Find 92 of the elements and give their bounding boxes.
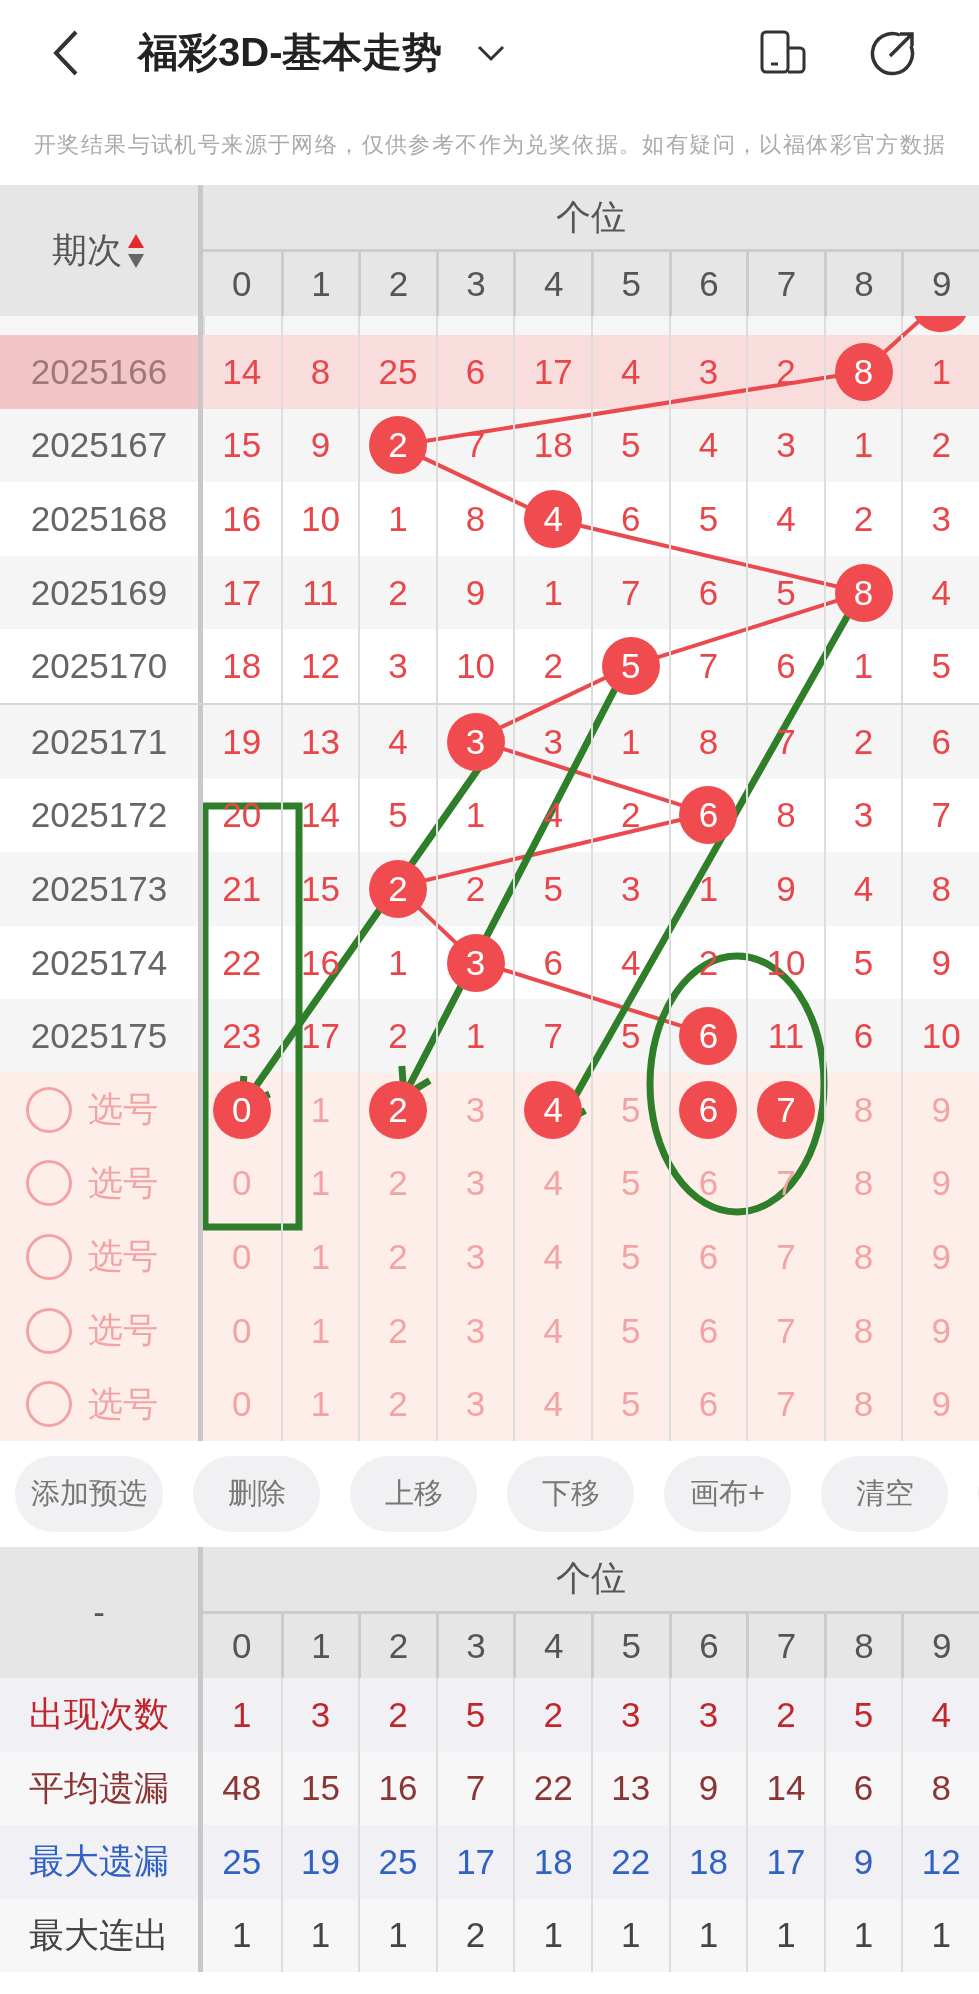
pick-number[interactable]: 0 [203,1293,281,1368]
stat-value: 2 [435,1898,514,1973]
drawn-number-ball: 8 [834,342,893,401]
period-number: 2025169 [30,572,168,613]
drawn-number-ball: 5 [601,637,660,696]
drawn-number-ball: 3 [446,712,505,771]
selected-number-ball[interactable]: 7 [757,1080,815,1139]
disclaimer-text: 开奖结果与试机号来源于网络，仅供参考不作为兑奖依据。如有疑问，以福体彩官方数据 [34,131,947,159]
period-number: 2025171 [30,721,168,762]
radio-button[interactable] [26,1233,72,1280]
pick-label[interactable]: 选号 [88,1233,158,1281]
table-cell-text: 18 [221,645,263,688]
action-button[interactable]: 清空 [821,1455,948,1532]
drawn-number-ball: 3 [446,933,505,992]
pick-number[interactable]: 8 [823,1367,902,1441]
period-number: 2025174 [30,942,168,983]
action-button[interactable]: 删除 [193,1455,320,1532]
action-button[interactable]: 上移 [350,1455,477,1532]
pick-number[interactable]: 9 [901,1367,979,1441]
table-cell-text: 17 [221,571,263,614]
stat-value: 1 [231,1914,253,1957]
drawn-number-ball: 2 [369,859,427,918]
action-button[interactable]: 下移 [507,1455,634,1532]
radio-button[interactable] [26,1307,72,1354]
pick-number[interactable]: 4 [513,1367,591,1441]
pick-number[interactable]: 6 [668,1367,747,1441]
table-cell-text: 21 [221,867,263,910]
table-cell-text: 15 [221,424,263,467]
table-cell-text: 19 [221,720,263,763]
stat-value: 1 [901,1898,979,1973]
stat-value: 1 [823,1898,902,1973]
drawn-number-ball: 6 [679,786,738,845]
selected-number-ball[interactable]: 2 [369,1080,427,1139]
pick-number[interactable]: 7 [746,1367,824,1441]
radio-button[interactable] [26,1381,72,1428]
stat-label: 最大连出 [29,1914,169,1956]
stat-label: 出现次数 [29,1693,169,1736]
page-title: 福彩3D-基本走势 [138,29,443,76]
back-icon[interactable] [52,28,80,77]
stat-value: 1 [231,1693,253,1736]
selected-number-ball[interactable]: 6 [679,1080,738,1139]
pick-label[interactable]: 选号 [88,1159,158,1207]
table-cell-text: 14 [221,350,263,393]
period-header[interactable]: 期次 [52,227,122,274]
table-cell-text: 23 [221,1015,263,1058]
stat-value: 1 [280,1898,359,1973]
period-number: 2025172 [30,795,168,836]
pick-label[interactable]: 选号 [88,1307,158,1354]
digit-header: 0 [231,263,253,305]
radio-button[interactable] [26,1160,72,1207]
period-number: 2025170 [30,646,168,687]
period-number: 2025166 [30,351,168,392]
group-header: 个位 [556,1557,626,1600]
drawn-number-ball: 2 [369,416,427,475]
period-header[interactable]: - [93,1592,105,1633]
stat-value: 1 [591,1898,669,1973]
period-number: 2025173 [30,868,168,909]
device-icon[interactable] [760,30,806,74]
radio-button[interactable] [26,1086,72,1133]
group-header: 个位 [556,195,626,238]
pick-label[interactable]: 选号 [88,1086,158,1134]
table-cell-text: 22 [221,941,263,984]
pick-number[interactable]: 0 [203,1146,281,1221]
chevron-down-icon[interactable] [476,43,507,62]
pick-number[interactable]: 5 [591,1367,669,1441]
pick-number[interactable]: 3 [435,1367,514,1441]
stat-label: 平均遗漏 [29,1766,169,1809]
stat-label: 最大遗漏 [29,1840,169,1883]
action-button[interactable]: 添加预选 [15,1455,163,1532]
pick-number[interactable]: 0 [203,1220,281,1294]
stat-value: 1 [746,1898,824,1973]
stat-value: 1 [358,1898,436,1973]
pick-number[interactable]: 1 [280,1367,359,1441]
digit-header: 0 [231,1624,253,1667]
stat-value: 1 [513,1898,591,1973]
stat-value: 25 [221,1840,263,1883]
table-cell-text: 16 [221,498,263,540]
selected-number-ball[interactable]: 0 [212,1080,271,1139]
period-number: 2025167 [30,425,168,466]
pick-number[interactable]: 0 [203,1367,281,1441]
stat-value: 48 [221,1767,263,1810]
action-button[interactable]: 画布+ [664,1455,791,1532]
pick-label[interactable]: 选号 [88,1380,158,1428]
share-icon[interactable] [870,30,916,76]
stat-value: 1 [668,1898,747,1973]
drawn-number-ball: 8 [834,563,893,622]
period-number: 2025168 [30,499,168,539]
drawn-number-ball: 6 [679,1007,738,1066]
drawn-number-ball: 4 [524,490,583,548]
pick-number[interactable]: 2 [358,1367,436,1441]
selected-number-ball[interactable]: 4 [524,1080,583,1139]
period-number: 2025175 [30,1016,168,1057]
